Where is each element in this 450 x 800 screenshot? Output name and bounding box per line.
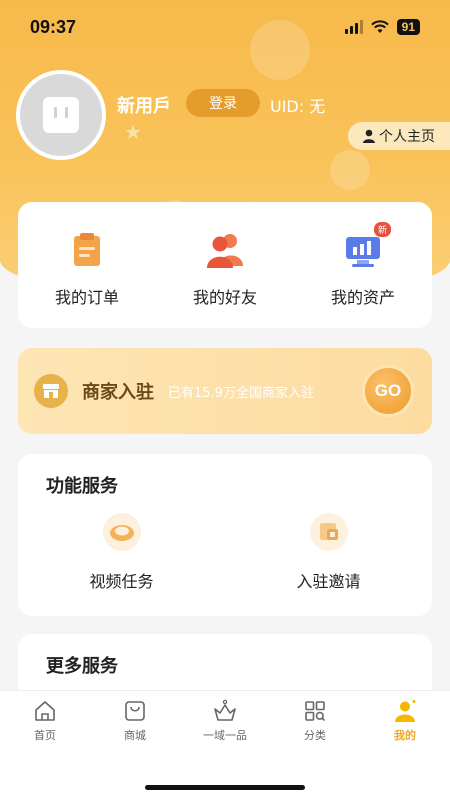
tab-home[interactable]: 首页 — [0, 691, 90, 755]
tab-shop[interactable]: 商城 — [90, 691, 180, 755]
function-services-row: 视频任务 入驻邀请 — [18, 512, 432, 592]
profile-home-button[interactable]: 个人主页 — [348, 122, 450, 150]
merchant-title: 商家入驻 — [82, 382, 154, 403]
username: 新用戶 — [117, 96, 171, 117]
bokeh-decoration — [330, 150, 370, 190]
user-icon — [395, 700, 416, 722]
merchant-join-banner[interactable]: 商家入驻 已有15.9万全国商家入驻 GO — [18, 348, 432, 434]
invite-icon — [309, 513, 348, 551]
clipboard-icon — [67, 230, 107, 270]
login-button[interactable]: 登录 — [186, 89, 260, 117]
tab-one-region-one-product[interactable]: 一域一品 — [180, 691, 270, 755]
status-bar: 09:37 91 — [0, 0, 450, 54]
invite-label: 入驻邀请 — [296, 572, 361, 591]
home-indicator — [145, 785, 305, 790]
profile-home-label: 个人主页 — [379, 129, 435, 145]
tab-home-label: 首页 — [34, 729, 56, 742]
video-task-item[interactable]: 视频任务 — [18, 512, 225, 592]
cellular-signal-icon — [344, 20, 363, 34]
my-friends-label: 我的好友 — [192, 288, 257, 307]
merchant-description: 已有15.9万全国商家入驻 — [168, 385, 314, 401]
tab-category-label: 分类 — [304, 729, 326, 742]
function-services-card: 功能服务 视频任务 入驻邀请 — [18, 454, 432, 616]
category-grid-icon — [305, 701, 326, 722]
quick-actions-card: 我的订单 我的好友 新 我的资产 — [18, 202, 432, 328]
uid-label: UID: 无 — [270, 97, 326, 116]
my-assets-label: 我的资产 — [330, 288, 395, 307]
battery-indicator: 91 — [396, 19, 420, 35]
status-icons: 91 — [344, 19, 420, 35]
go-button[interactable]: GO — [362, 365, 414, 417]
assets-chart-icon: 新 — [343, 222, 391, 270]
tab-mine[interactable]: 我的 — [360, 691, 450, 755]
tab-one-region-one-product-label: 一域一品 — [203, 729, 247, 742]
crown-icon — [214, 699, 236, 721]
my-assets-item[interactable]: 新 我的资产 — [294, 202, 432, 328]
my-friends-item[interactable]: 我的好友 — [156, 202, 294, 328]
avatar[interactable] — [16, 70, 106, 160]
invite-item[interactable]: 入驻邀请 — [225, 512, 432, 592]
person-icon — [363, 129, 375, 143]
home-icon — [35, 701, 55, 721]
star-icon: ★ — [124, 120, 142, 144]
function-services-title: 功能服务 — [46, 476, 118, 497]
my-orders-item[interactable]: 我的订单 — [18, 202, 156, 328]
new-badge: 新 — [373, 222, 391, 237]
avatar-placeholder-icon — [43, 97, 79, 133]
friends-icon — [205, 230, 245, 270]
my-orders-label: 我的订单 — [54, 288, 119, 307]
shop-bag-icon — [125, 701, 145, 721]
tab-mine-label: 我的 — [394, 729, 416, 742]
video-task-icon — [102, 513, 141, 551]
tab-shop-label: 商城 — [124, 729, 146, 742]
status-time: 09:37 — [30, 16, 77, 37]
store-icon — [34, 374, 68, 408]
wifi-icon — [370, 20, 389, 33]
more-services-title: 更多服务 — [46, 656, 118, 677]
video-task-label: 视频任务 — [89, 572, 154, 591]
bottom-tab-bar: 首页 商城 一域一品 分类 我的 — [0, 690, 450, 800]
tab-category[interactable]: 分类 — [270, 691, 360, 755]
